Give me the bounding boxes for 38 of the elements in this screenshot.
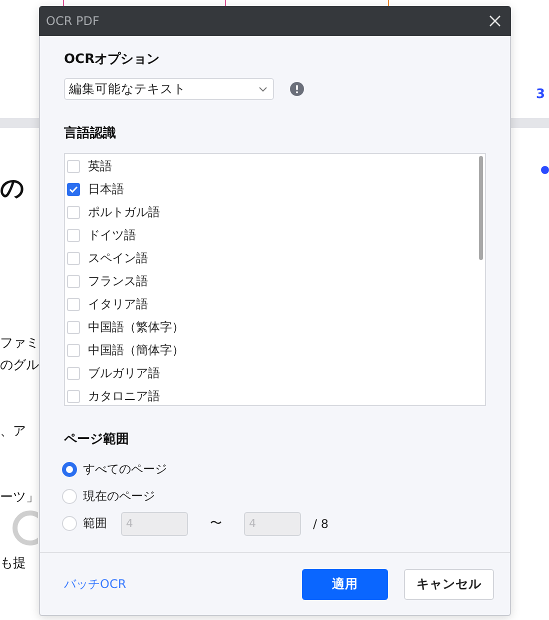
document-text: のグル [0, 357, 39, 374]
bullet-dot [541, 166, 549, 174]
dialog-title: OCR PDF [46, 14, 100, 28]
radio-label: 現在のページ [83, 488, 155, 505]
language-name: フランス語 [88, 273, 148, 290]
section-label: ページ範囲 [64, 431, 130, 448]
checkbox[interactable] [67, 183, 80, 196]
language-name: カタロニア語 [88, 388, 160, 405]
language-name: 日本語 [88, 181, 124, 198]
language-name: イタリア語 [88, 296, 148, 313]
info-icon[interactable] [290, 82, 304, 96]
language-name: 中国語（簡体字） [88, 342, 184, 359]
page-total: / 8 [313, 516, 328, 530]
document-text: の [0, 173, 26, 204]
chevron-icon [259, 86, 267, 92]
ocr-option-dropdown[interactable]: 編集可能なテキスト [64, 78, 274, 100]
language-name: ポルトガル語 [88, 204, 160, 221]
radio-label: すべてのページ [83, 461, 167, 478]
close-icon[interactable] [489, 15, 501, 27]
range-separator: 〜 [210, 515, 222, 532]
apply-button[interactable]: 適用 [302, 568, 388, 600]
scrollbar[interactable] [479, 156, 483, 260]
document-text: も提 [0, 555, 27, 572]
section-label: OCRオプション [64, 50, 161, 68]
radio-label: 範囲 [83, 515, 107, 532]
language-name: 英語 [88, 158, 112, 175]
language-name: スペイン語 [88, 250, 148, 267]
document-text: ファミ [0, 335, 39, 352]
radio-button[interactable] [62, 462, 77, 477]
page-number: 3 [535, 86, 546, 104]
language-name: ブルガリア語 [88, 365, 160, 382]
language-name: ドイツ語 [88, 227, 136, 244]
language-name: 中国語（繁体字） [88, 319, 184, 336]
document-text: ーツ」 [0, 489, 39, 506]
batch-ocr-link[interactable]: バッチOCR [64, 576, 286, 592]
document-text: 、ア [0, 423, 27, 440]
cancel-button[interactable]: キャンセル [404, 568, 494, 600]
section-label: 言語認識 [64, 124, 117, 142]
